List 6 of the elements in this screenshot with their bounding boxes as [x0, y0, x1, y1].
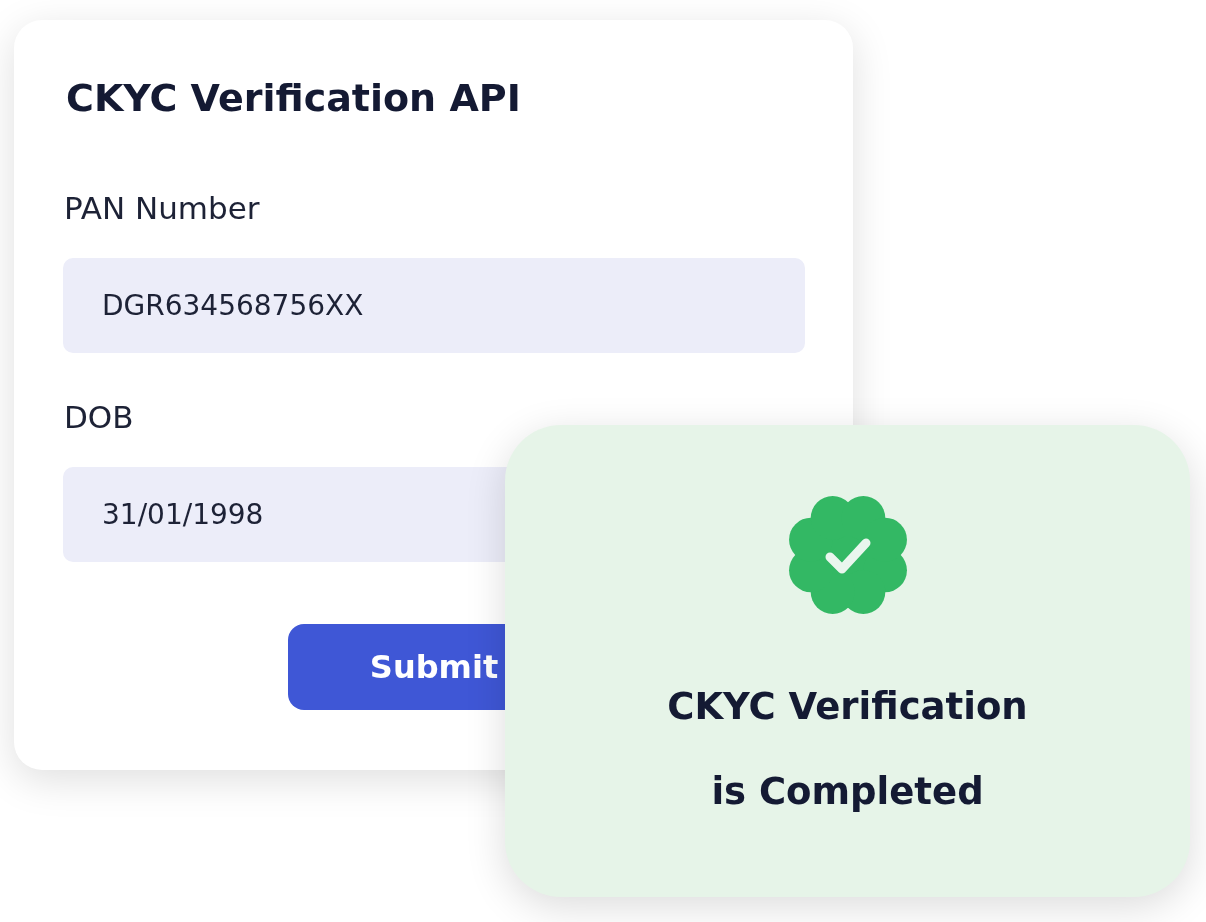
- input-field[interactable]: DGR634568756XX: [63, 258, 805, 353]
- field-label: DOB: [64, 398, 135, 437]
- form-title: CKYC Verification API: [66, 75, 522, 122]
- field-label: PAN Number: [64, 189, 261, 228]
- result-message: CKYC Verification: [667, 684, 1028, 729]
- result-message: is Completed: [711, 769, 984, 814]
